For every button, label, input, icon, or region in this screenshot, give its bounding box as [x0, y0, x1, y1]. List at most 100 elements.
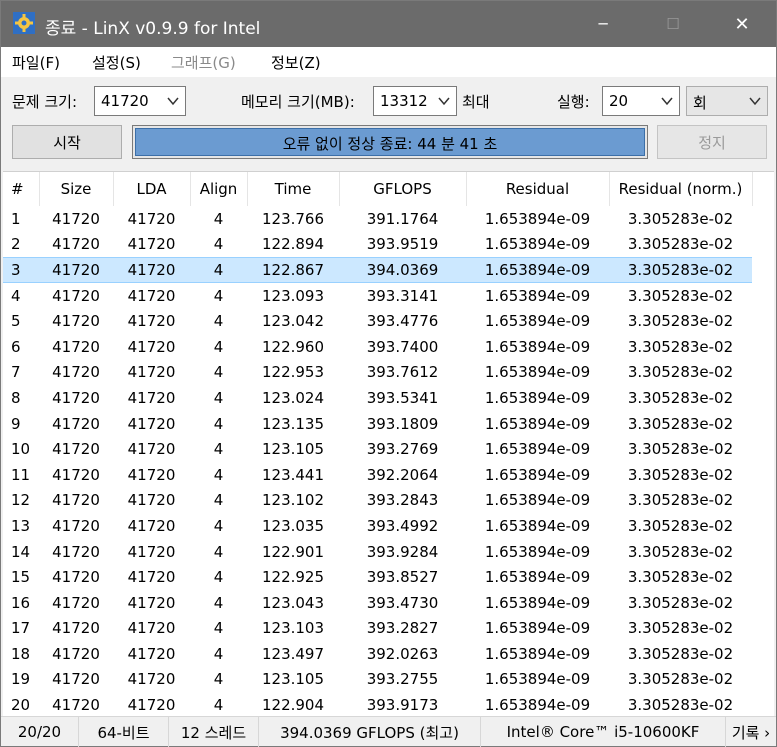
cell-align: 4	[213, 235, 224, 254]
cell-time: 122.904	[261, 696, 325, 715]
memory-size-combo[interactable]: 13312	[373, 86, 457, 116]
menu-settings[interactable]: 설정(S)	[92, 52, 141, 73]
cell-index: 14	[11, 542, 31, 561]
close-button[interactable]: ✕	[713, 1, 771, 47]
column-header-lda[interactable]: LDA	[113, 172, 191, 206]
cell-lda: 41720	[127, 414, 176, 433]
menu-file[interactable]: 파일(F)	[12, 52, 60, 73]
cell-index: 8	[11, 388, 21, 407]
table-row[interactable]: 13 41720 41720 4 123.035 393.4992 1.653894e-09…	[3, 513, 752, 539]
cell-align: 4	[213, 542, 224, 561]
table-row[interactable]: 11 41720 41720 4 123.441 392.2064 1.653894e-09…	[3, 462, 752, 488]
cell-residual: 1.653894e-09	[484, 593, 591, 612]
table-row[interactable]: 14 41720 41720 4 122.901 393.9284 1.653894e-09…	[3, 539, 752, 565]
app-window: 종료 - LinX v0.9.9 for Intel ─ ☐ ✕ 파일(F) 설…	[0, 0, 777, 747]
table-row[interactable]: 2 41720 41720 4 122.894 393.9519 1.653894e-09 3…	[3, 232, 752, 258]
cell-index: 16	[11, 593, 31, 612]
maximize-button[interactable]: ☐	[644, 1, 702, 47]
cell-residual-norm: 3.305283e-02	[627, 465, 734, 484]
menu-info[interactable]: 정보(Z)	[271, 52, 321, 73]
start-button[interactable]: 시작	[12, 125, 122, 159]
cell-gflops: 393.2769	[366, 440, 439, 459]
gear-app-icon	[13, 12, 35, 34]
cell-gflops: 393.9519	[366, 235, 439, 254]
column-header-time[interactable]: Time	[247, 172, 340, 206]
menu-graph[interactable]: 그래프(G)	[171, 52, 236, 73]
cell-lda: 41720	[113, 256, 190, 284]
column-header-align[interactable]: Align	[190, 172, 248, 206]
table-row[interactable]: 4 41720 41720 4 123.093 393.3141 1.653894e-09 3…	[3, 283, 752, 309]
cell-lda: 41720	[127, 388, 176, 407]
runs-combo[interactable]: 20	[602, 86, 680, 116]
cell-lda: 41720	[127, 312, 176, 331]
cell-gflops: 392.2064	[366, 465, 439, 484]
status-log-button[interactable]: 기록 ›	[726, 717, 776, 747]
cell-residual-norm: 3.305283e-02	[627, 286, 734, 305]
cell-size: 41720	[52, 619, 100, 638]
table-row[interactable]: 20 41720 41720 4 122.904 393.9173 1.653894e-09…	[3, 692, 752, 716]
cell-residual: 1.653894e-09	[466, 256, 609, 284]
cell-gflops: 393.4776	[366, 312, 439, 331]
cell-residual: 1.653894e-09	[484, 440, 591, 459]
status-cpu: Intel® Core™ i5-10600KF	[481, 717, 726, 747]
start-button-label: 시작	[53, 133, 81, 152]
cell-time: 123.024	[261, 388, 325, 407]
cell-index: 17	[11, 619, 31, 638]
cell-time: 123.441	[261, 465, 325, 484]
table-row[interactable]: 12 41720 41720 4 123.102 393.2843 1.653894e-09…	[3, 488, 752, 514]
window-title: 종료 - LinX v0.9.9 for Intel	[45, 19, 261, 39]
table-row[interactable]: 5 41720 41720 4 123.042 393.4776 1.653894e-09 3…	[3, 308, 752, 334]
status-bar: 20/20 64-비트 12 스레드 394.0369 GFLOPS (최고) …	[1, 716, 776, 747]
table-row[interactable]: 9 41720 41720 4 123.135 393.1809 1.653894e-09 3…	[3, 411, 752, 437]
cell-time: 123.042	[261, 312, 325, 331]
cell-index: 13	[11, 516, 31, 535]
column-header-index[interactable]: #	[3, 172, 40, 206]
cell-size: 41720	[52, 465, 100, 484]
table-row[interactable]: 10 41720 41720 4 123.105 393.2769 1.653894e-09…	[3, 436, 752, 462]
cell-lda: 41720	[127, 337, 176, 356]
cell-residual: 1.653894e-09	[484, 491, 591, 510]
cell-residual: 1.653894e-09	[484, 696, 591, 715]
cell-time: 122.867	[247, 256, 339, 284]
cell-residual: 1.653894e-09	[484, 337, 591, 356]
cell-size: 41720	[52, 209, 100, 228]
table-row[interactable]: 1 41720 41720 4 123.766 391.1764 1.653894e-09 3…	[3, 206, 752, 232]
cell-size: 41720	[52, 568, 100, 587]
runs-unit-combo[interactable]: 회	[686, 86, 768, 116]
problem-size-combo[interactable]: 41720	[94, 86, 186, 116]
minimize-button[interactable]: ─	[574, 1, 632, 47]
table-row[interactable]: 6 41720 41720 4 122.960 393.7400 1.653894e-09 3…	[3, 334, 752, 360]
cell-residual: 1.653894e-09	[484, 286, 591, 305]
cell-gflops: 393.2755	[366, 670, 439, 689]
table-row[interactable]: 18 41720 41720 4 123.497 392.0263 1.653894e-09…	[3, 641, 752, 667]
cell-residual: 1.653894e-09	[484, 619, 591, 638]
results-table[interactable]: # Size LDA Align Time GFLOPS Residual Re…	[3, 171, 774, 716]
cell-residual: 1.653894e-09	[484, 235, 591, 254]
table-row[interactable]: 19 41720 41720 4 123.105 393.2755 1.653894e-09…	[3, 667, 752, 693]
column-header-residual-norm[interactable]: Residual (norm.)	[609, 172, 753, 206]
table-row[interactable]: 3 41720 41720 4 122.867 394.0369 1.653894e-09 3…	[3, 256, 752, 284]
cell-gflops: 393.2827	[366, 619, 439, 638]
table-row[interactable]: 15 41720 41720 4 122.925 393.8527 1.653894e-09…	[3, 564, 752, 590]
cell-time: 123.043	[261, 593, 325, 612]
table-row[interactable]: 16 41720 41720 4 123.043 393.4730 1.653894e-09…	[3, 590, 752, 616]
chevron-down-icon	[749, 97, 761, 106]
stop-button[interactable]: 정지	[657, 125, 767, 159]
cell-residual: 1.653894e-09	[484, 312, 591, 331]
column-header-residual[interactable]: Residual	[466, 172, 610, 206]
column-header-gflops[interactable]: GFLOPS	[339, 172, 467, 206]
cell-size: 41720	[52, 491, 100, 510]
cell-time: 123.035	[261, 516, 325, 535]
table-row[interactable]: 8 41720 41720 4 123.024 393.5341 1.653894e-09 3…	[3, 385, 752, 411]
table-row[interactable]: 17 41720 41720 4 123.103 393.2827 1.653894e-09…	[3, 616, 752, 642]
cell-time: 122.901	[261, 542, 325, 561]
title-bar[interactable]: 종료 - LinX v0.9.9 for Intel ─ ☐ ✕	[1, 1, 776, 47]
cell-residual-norm: 3.305283e-02	[627, 568, 734, 587]
cell-time: 123.105	[261, 440, 325, 459]
column-header-size[interactable]: Size	[39, 172, 114, 206]
cell-align: 4	[213, 568, 224, 587]
cell-align: 4	[213, 388, 224, 407]
table-row[interactable]: 7 41720 41720 4 122.953 393.7612 1.653894e-09 3…	[3, 360, 752, 386]
cell-align: 4	[213, 696, 224, 715]
cell-lda: 41720	[127, 619, 176, 638]
